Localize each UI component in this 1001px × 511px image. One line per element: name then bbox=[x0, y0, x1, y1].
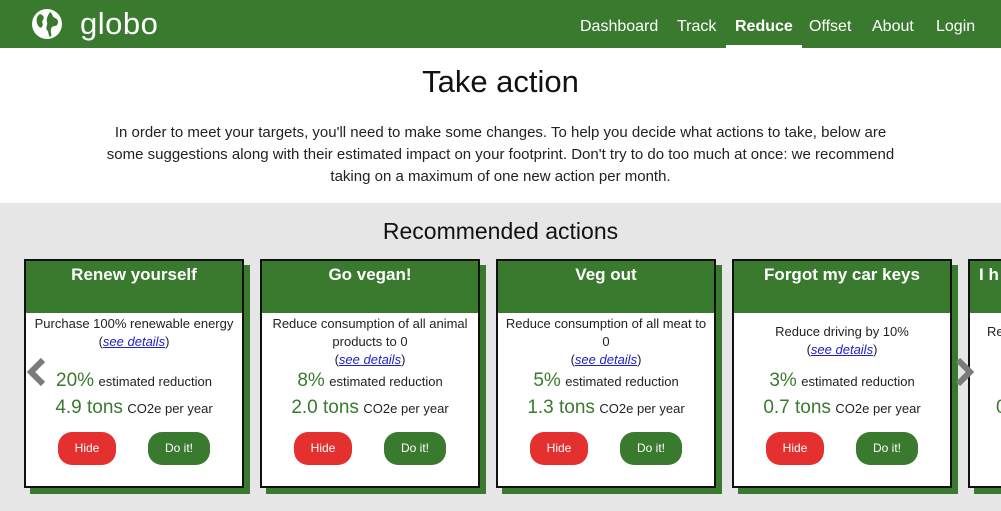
carousel-prev-icon[interactable] bbox=[26, 356, 48, 388]
do-it-button[interactable]: Do it! bbox=[384, 432, 446, 465]
see-details-link[interactable]: see details bbox=[811, 342, 873, 357]
reduction-percent: 8% bbox=[297, 370, 325, 391]
hide-button[interactable]: Hide bbox=[530, 432, 588, 465]
card-description: Reduce consumption of all animal product… bbox=[272, 316, 468, 349]
intro-text: In order to meet your targets, you'll ne… bbox=[106, 124, 895, 185]
see-details-link[interactable]: see details bbox=[103, 334, 165, 349]
co2-tons: 2.0 tons bbox=[291, 397, 359, 418]
card-description: Reduce consumption of all meat to 0 bbox=[505, 316, 707, 349]
brand-name[interactable]: globo bbox=[80, 6, 158, 42]
co2-label: CO2e per year bbox=[835, 401, 921, 416]
hide-button[interactable]: Hide bbox=[766, 432, 824, 465]
see-details-link[interactable]: see details bbox=[339, 352, 401, 367]
card-title: Forgot my car keys bbox=[734, 261, 950, 313]
action-card: Go vegan! Reduce consumption of all anim… bbox=[260, 259, 480, 488]
reduction-percent: 3% bbox=[769, 370, 797, 391]
co2-label: CO2e per year bbox=[363, 401, 449, 416]
action-card: Forgot my car keys Reduce driving by 10%… bbox=[732, 259, 952, 488]
reduction-percent: 20% bbox=[56, 370, 95, 391]
carousel-next-icon[interactable] bbox=[953, 356, 975, 388]
co2-tons: 0.7 tons bbox=[763, 397, 831, 418]
card-description: Re bbox=[987, 324, 1001, 339]
do-it-button[interactable]: Do it! bbox=[620, 432, 682, 465]
reduction-label: estimated reduction bbox=[565, 374, 679, 389]
reduction-percent: 0 bbox=[996, 397, 1001, 418]
globe-icon[interactable] bbox=[31, 8, 63, 40]
card-title: Veg out bbox=[498, 261, 714, 313]
co2-tons: 1.3 tons bbox=[527, 397, 595, 418]
reduction-label: estimated reduction bbox=[98, 374, 212, 389]
do-it-button[interactable]: Do it! bbox=[856, 432, 918, 465]
co2-label: CO2e per year bbox=[127, 401, 213, 416]
reduction-label: estimated reduction bbox=[801, 374, 915, 389]
nav-about[interactable]: About bbox=[872, 0, 914, 48]
action-card: Renew yourself Purchase 100% renewable e… bbox=[24, 259, 244, 488]
nav-login[interactable]: Login bbox=[936, 0, 975, 48]
nav-dashboard[interactable]: Dashboard bbox=[580, 0, 658, 48]
card-title: I h bbox=[970, 261, 1001, 313]
nav-track[interactable]: Track bbox=[677, 0, 716, 48]
hide-button[interactable]: Hide bbox=[294, 432, 352, 465]
hide-button[interactable]: Hide bbox=[58, 432, 116, 465]
recommended-title: Recommended actions bbox=[382, 218, 619, 244]
card-description: Purchase 100% renewable energy bbox=[34, 316, 234, 331]
card-description: Reduce driving by 10% bbox=[775, 324, 909, 339]
see-details-link[interactable]: see details bbox=[575, 352, 637, 367]
reduction-percent: 5% bbox=[533, 370, 561, 391]
reduction-label: estimated reduction bbox=[329, 374, 443, 389]
co2-tons: 4.9 tons bbox=[55, 397, 123, 418]
nav-reduce[interactable]: Reduce bbox=[726, 0, 802, 48]
nav-offset[interactable]: Offset bbox=[809, 0, 851, 48]
action-card: Veg out Reduce consumption of all meat t… bbox=[496, 259, 716, 488]
co2-label: CO2e per year bbox=[599, 401, 685, 416]
card-title: Go vegan! bbox=[262, 261, 478, 313]
card-title: Renew yourself bbox=[26, 261, 242, 313]
page-title: Take action bbox=[422, 64, 579, 99]
do-it-button[interactable]: Do it! bbox=[148, 432, 210, 465]
top-navbar: globo Dashboard Track Reduce Offset Abou… bbox=[0, 0, 1001, 48]
